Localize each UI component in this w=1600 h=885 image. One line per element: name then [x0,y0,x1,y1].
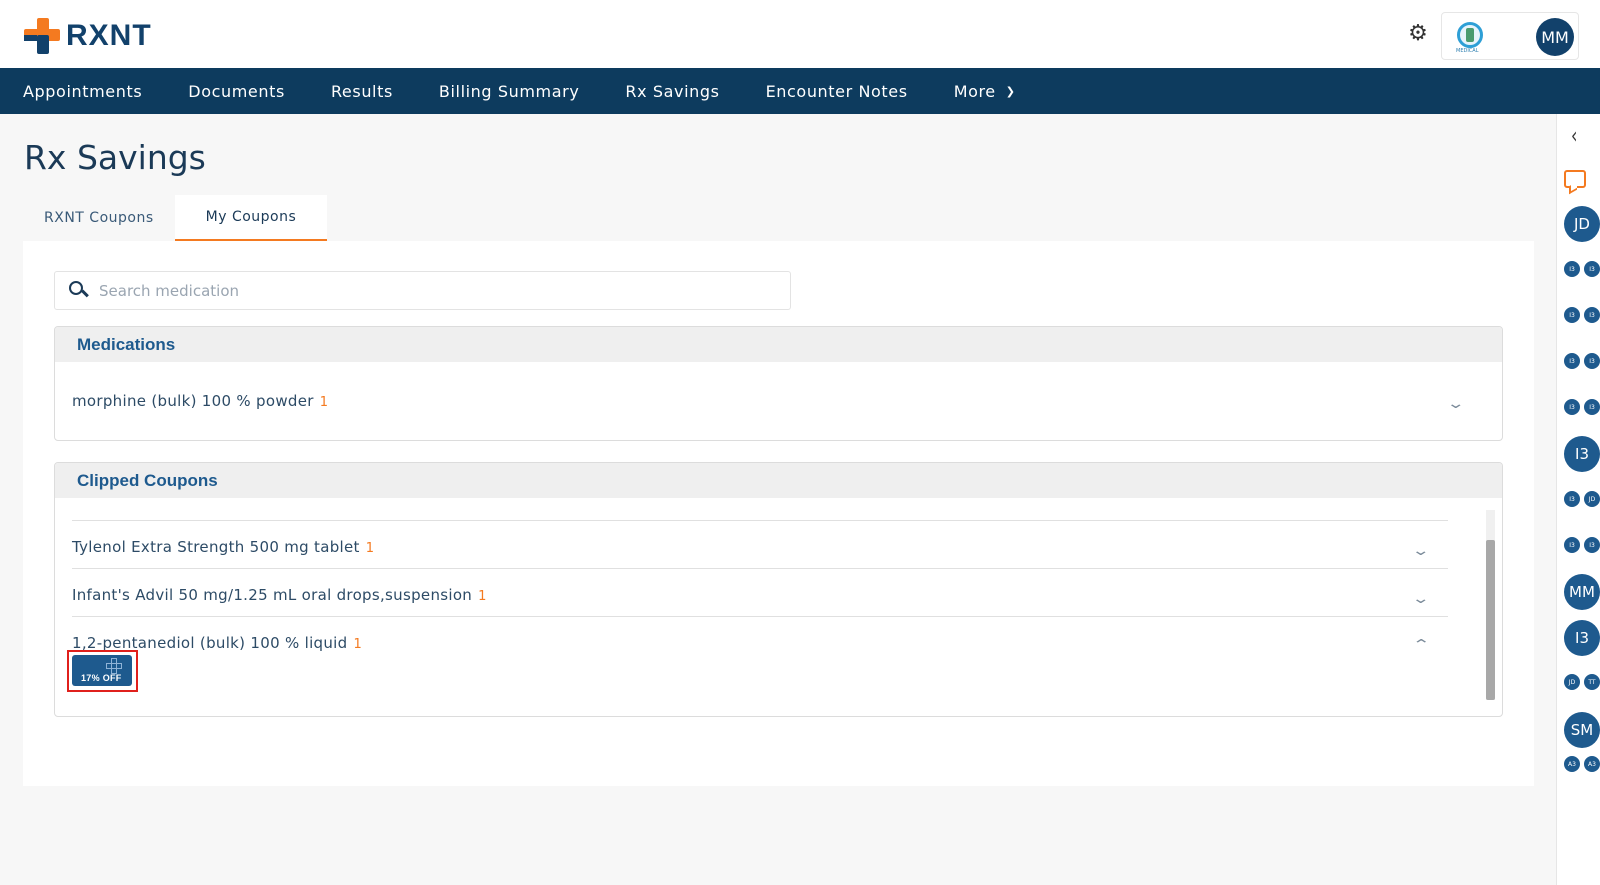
page-title: Rx Savings [24,138,206,177]
avatar[interactable]: SM [1564,712,1600,748]
medication-row[interactable]: morphine (bulk) 100 % powder 1 ⌄ [55,362,1502,440]
user-avatar[interactable]: MM [1536,18,1574,56]
nav-encounter-notes[interactable]: Encounter Notes [766,82,908,101]
medication-name: morphine (bulk) 100 % powder [72,392,314,410]
clipped-coupons-header: Clipped Coupons [55,463,1502,498]
nav-appointments[interactable]: Appointments [23,82,142,101]
medications-card: Medications morphine (bulk) 100 % powder… [54,326,1503,441]
medications-header: Medications [55,327,1502,362]
coupon-count: 1 [353,637,363,652]
coupon-drug-name: Infant's Advil 50 mg/1.25 mL oral drops,… [72,586,473,604]
search-box [54,271,791,310]
avatar-pair[interactable]: JD TT [1564,674,1600,690]
avatar: I3 [1584,261,1600,277]
coupon-count: 1 [365,541,375,556]
avatar: I3 [1564,399,1580,415]
avatar: I3 [1564,261,1580,277]
avatar: JD [1584,491,1600,507]
nav-documents[interactable]: Documents [188,82,285,101]
avatar: I3 [1564,491,1580,507]
scrollbar[interactable] [1486,510,1495,700]
avatar: A3 [1584,756,1600,772]
chevron-down-icon: ❯ [1005,84,1016,98]
avatar: I3 [1584,537,1600,553]
chevron-down-icon[interactable]: ⌄ [1446,396,1465,412]
chevron-left-icon[interactable]: ‹ [1571,122,1577,149]
avatar: JD [1564,674,1580,690]
clipped-coupons-list: Tylenol Extra Strength 500 mg tablet 1 ⌄ … [55,498,1502,716]
avatar: I3 [1584,307,1600,323]
avatar-pair[interactable]: I3 JD [1564,491,1600,507]
chevron-down-icon[interactable]: ⌄ [1411,543,1430,559]
avatar-pair[interactable]: A3 A3 [1564,756,1600,772]
avatar[interactable]: JD [1564,206,1600,242]
avatar[interactable]: I3 [1564,620,1600,656]
list-item[interactable]: Tylenol Extra Strength 500 mg tablet 1 ⌄ [72,520,1448,568]
coupon-count: 1 [478,589,487,604]
avatar-pair[interactable]: I3 I3 [1564,537,1600,553]
nav-more[interactable]: More ❯ [954,82,1016,101]
coupon-badge[interactable]: 17% OFF [72,655,132,686]
coupon-cross-icon [106,658,122,674]
avatar: I3 [1564,537,1580,553]
tab-rxnt-coupons[interactable]: RXNT Coupons [23,195,175,241]
top-header: RXNT ⚙ MEDICAL MM [0,0,1600,68]
main-nav: Appointments Documents Results Billing S… [0,68,1600,114]
coupon-drug-name: Tylenol Extra Strength 500 mg tablet [72,538,360,556]
avatar: I3 [1584,353,1600,369]
account-switcher[interactable]: MEDICAL MM [1441,12,1579,60]
logo-cross-icon [24,18,60,54]
nav-rx-savings[interactable]: Rx Savings [625,82,719,101]
nav-more-label: More [953,81,996,101]
avatar[interactable]: MM [1564,574,1600,610]
clipped-coupons-card: Clipped Coupons Tylenol Extra Strength 5… [54,462,1503,717]
avatar-pair[interactable]: I3 I3 [1564,399,1600,415]
avatar: TT [1584,674,1600,690]
practice-logo-caption: MEDICAL [1456,48,1479,54]
avatar: I3 [1564,353,1580,369]
nav-billing-summary[interactable]: Billing Summary [439,82,579,101]
rxnt-logo[interactable]: RXNT [24,18,152,54]
nav-results[interactable]: Results [331,82,393,101]
avatar: I3 [1584,399,1600,415]
avatar: A3 [1564,756,1580,772]
avatar-pair[interactable]: I3 I3 [1564,307,1600,323]
list-item[interactable]: 1,2-pentanediol (bulk) 100 % liquid 1 ⌄ 1… [67,616,1448,716]
list-item[interactable]: Infant's Advil 50 mg/1.25 mL oral drops,… [72,568,1448,616]
avatar-pair[interactable]: I3 I3 [1564,353,1600,369]
medication-count: 1 [319,395,329,410]
coupon-tabs: RXNT Coupons My Coupons [23,195,328,241]
logo-text: RXNT [66,19,152,52]
practice-logo-icon [1457,22,1483,48]
search-icon [69,280,89,301]
tab-my-coupons[interactable]: My Coupons [174,195,328,241]
right-rail: ‹ JD I3 I3 I3 I3 I3 I3 I3 I3 I3 I3 JD I3 I3 MM… [1556,114,1600,885]
chevron-up-icon[interactable]: ⌄ [1411,635,1430,651]
coupon-badge-label: 17% OFF [81,673,122,683]
my-coupons-panel: Medications morphine (bulk) 100 % powder… [23,241,1534,786]
chat-icon[interactable] [1564,170,1586,188]
chevron-down-icon[interactable]: ⌄ [1411,591,1430,607]
avatar: I3 [1564,307,1580,323]
scrollbar-thumb[interactable] [1486,540,1495,700]
avatar[interactable]: I3 [1564,436,1600,472]
avatar-pair[interactable]: I3 I3 [1564,261,1600,277]
search-input[interactable] [99,281,739,300]
gear-icon[interactable]: ⚙ [1406,21,1430,46]
